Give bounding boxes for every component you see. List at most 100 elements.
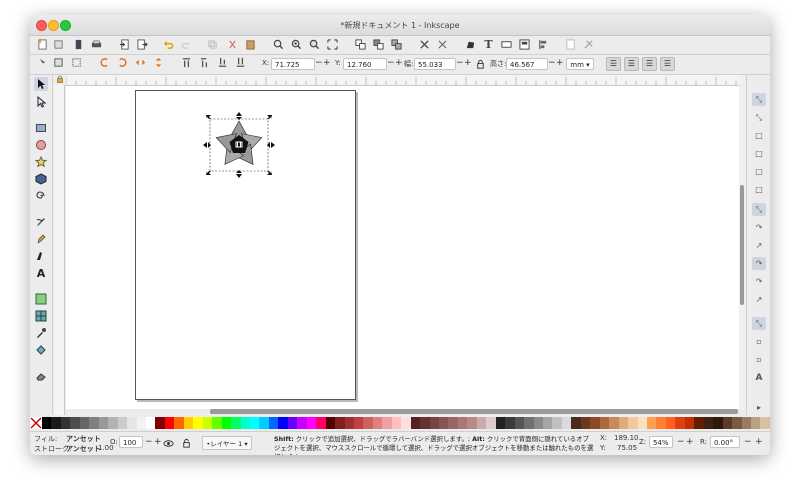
palette-swatch[interactable]	[249, 417, 260, 429]
palette-swatch[interactable]	[70, 417, 80, 429]
palette-swatch[interactable]	[183, 417, 194, 429]
palette-swatch[interactable]	[420, 417, 430, 429]
zoom-selection-icon[interactable]	[272, 38, 285, 51]
xml-editor-icon[interactable]	[464, 38, 477, 51]
opacity-field[interactable]: 100	[119, 436, 143, 448]
spray-tool-icon[interactable]	[34, 292, 48, 306]
snap-more-icon[interactable]: ▸	[752, 401, 766, 414]
palette-swatch[interactable]	[155, 417, 165, 429]
select-all-layers-icon[interactable]	[52, 56, 65, 69]
ruler-corner-lock-icon[interactable]	[56, 75, 64, 83]
rotation-plus-button[interactable]: +	[755, 437, 763, 447]
raise-icon[interactable]	[198, 56, 211, 69]
snap-bbox-midpoints-icon[interactable]: □	[752, 165, 766, 178]
palette-swatch[interactable]	[108, 417, 118, 429]
palette-swatch[interactable]	[514, 417, 525, 429]
move-patterns-button[interactable]: ☰	[660, 57, 675, 71]
snap-object-centers-icon[interactable]: ▫	[752, 335, 766, 348]
palette-swatch[interactable]	[363, 417, 373, 429]
palette-swatch[interactable]	[571, 417, 581, 429]
snap-nodes-icon[interactable]: ⤡	[752, 203, 766, 216]
raise-to-top-icon[interactable]	[180, 56, 193, 69]
palette-swatch[interactable]	[618, 417, 629, 429]
lower-icon[interactable]	[216, 56, 229, 69]
palette-swatch[interactable]	[51, 417, 61, 429]
palette-swatch[interactable]	[741, 417, 751, 429]
palette-swatch[interactable]	[231, 417, 241, 429]
palette-swatch[interactable]	[278, 417, 288, 429]
document-properties-icon[interactable]	[582, 38, 595, 51]
toggle-visibility-icon[interactable]	[162, 437, 175, 450]
palette-swatch[interactable]	[98, 417, 109, 429]
snap-smooth-nodes-icon[interactable]: ↷	[752, 275, 766, 288]
palette-swatch[interactable]	[145, 417, 156, 429]
zoom-page-icon[interactable]	[308, 38, 321, 51]
palette-swatch[interactable]	[552, 417, 562, 429]
fill-stroke-icon[interactable]	[418, 38, 431, 51]
zoom-minus-button[interactable]: −	[677, 437, 685, 447]
lower-to-bottom-icon[interactable]	[234, 56, 247, 69]
opacity-minus-button[interactable]: −	[145, 437, 153, 447]
y-field[interactable]: 12.760	[343, 58, 387, 70]
stroke-value[interactable]: アンセット	[66, 444, 101, 454]
palette-swatch[interactable]	[316, 417, 326, 429]
palette-swatch[interactable]	[486, 417, 496, 429]
palette-swatch[interactable]	[609, 417, 619, 429]
height-minus-button[interactable]: −	[548, 58, 556, 69]
snap-bbox-edges-icon[interactable]: □	[752, 129, 766, 142]
clone-icon[interactable]	[390, 38, 403, 51]
palette-swatch[interactable]	[202, 417, 213, 429]
palette-swatch[interactable]	[694, 417, 704, 429]
rotate-ccw-icon[interactable]	[98, 56, 111, 69]
objects-icon[interactable]	[518, 38, 531, 51]
palette-swatch[interactable]	[297, 417, 307, 429]
x-field[interactable]: 71.725	[271, 58, 315, 70]
palette-swatch[interactable]	[439, 417, 449, 429]
palette-swatch[interactable]	[665, 417, 676, 429]
palette-swatch[interactable]	[240, 417, 250, 429]
palette-swatch[interactable]	[628, 417, 638, 429]
snap-paths-icon[interactable]: ↷	[752, 221, 766, 234]
redo-icon[interactable]	[180, 38, 193, 51]
y-minus-button[interactable]: −	[387, 58, 395, 69]
palette-swatch[interactable]	[684, 417, 695, 429]
rotation-minus-button[interactable]: −	[744, 437, 752, 447]
lock-ratio-icon[interactable]	[474, 58, 487, 71]
palette-swatch[interactable]	[221, 417, 232, 429]
palette-swatch[interactable]	[524, 417, 534, 429]
palette-swatch[interactable]	[325, 417, 336, 429]
select-all-icon[interactable]	[36, 56, 49, 69]
width-minus-button[interactable]: −	[456, 58, 464, 69]
zoom-drawing-icon[interactable]	[290, 38, 303, 51]
palette-swatch[interactable]	[344, 417, 354, 429]
fill-value[interactable]: アンセット	[66, 434, 101, 444]
snap-bbox-centers-icon[interactable]: □	[752, 183, 766, 196]
deselect-icon[interactable]	[70, 56, 83, 69]
x-minus-button[interactable]: −	[315, 58, 323, 69]
palette-swatch[interactable]	[505, 417, 515, 429]
snap-line-midpoints-icon[interactable]: ↗	[752, 293, 766, 306]
star-tool-icon[interactable]	[34, 155, 48, 169]
new-document-icon[interactable]	[36, 38, 49, 51]
snap-text-baseline-icon[interactable]: A	[752, 371, 766, 384]
palette-swatch[interactable]	[136, 417, 146, 429]
palette-swatch[interactable]	[476, 417, 487, 429]
save-document-icon[interactable]	[72, 38, 85, 51]
x-plus-button[interactable]: +	[323, 58, 331, 69]
scale-stroke-button[interactable]: ☰	[606, 57, 621, 71]
palette-swatch[interactable]	[590, 417, 600, 429]
palette-swatch[interactable]	[495, 417, 506, 429]
palette-swatch[interactable]	[164, 417, 175, 429]
toggle-lock-icon[interactable]	[180, 437, 193, 450]
palette-swatch[interactable]	[287, 417, 298, 429]
palette-swatch[interactable]	[410, 417, 421, 429]
text-tool-icon[interactable]: A	[34, 266, 48, 280]
vertical-scrollbar[interactable]	[739, 75, 745, 410]
palette-swatch[interactable]	[79, 417, 90, 429]
palette-swatch[interactable]	[647, 417, 657, 429]
open-document-icon[interactable]	[52, 38, 65, 51]
group-icon[interactable]	[354, 38, 367, 51]
palette-swatch[interactable]	[268, 417, 279, 429]
palette-swatch[interactable]	[750, 417, 761, 429]
zoom-width-icon[interactable]	[326, 38, 339, 51]
